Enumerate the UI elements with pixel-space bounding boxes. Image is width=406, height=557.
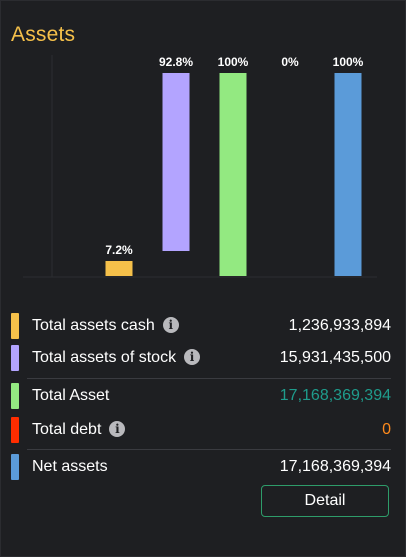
bar-label-5: 100% [333,55,364,69]
bar-label-1: 7.2% [105,243,133,257]
legend-divider [27,449,391,450]
bar-label-2: 92.8% [159,55,193,69]
info-icon[interactable]: i [184,349,201,365]
info-icon[interactable]: i [162,317,179,333]
bar-3 [219,73,247,276]
bar-label-3: 100% [218,55,249,69]
assets-bar-chart: 7.2% 92.8% 100% 0% 100% [23,55,377,278]
legend-swatch [11,345,19,371]
legend-swatch [11,383,19,409]
legend-swatch [11,454,19,480]
legend-value: 15,931,435,500 [279,349,391,366]
legend-label: Total debt [32,421,102,438]
bar-label-4: 0% [281,55,299,69]
legend-swatch [11,417,19,443]
bar-5 [334,73,362,276]
chart-bars: 7.2% 92.8% 100% 0% 100% [105,55,364,276]
legend-row-total-assets-cash: Total assets cash i 1,236,933,894 [1,313,406,347]
legend-row-total-debt: Total debt i 0 [1,417,406,451]
legend-value: 0 [382,421,391,438]
assets-panel: Assets 7.2% 92.8% 100% 0% 100% Total assets … [0,0,406,557]
legend-value: 1,236,933,894 [288,317,391,334]
bar-2 [162,73,190,251]
legend-label: Net assets [32,458,108,475]
legend-label: Total assets cash [32,317,155,334]
legend-row-net-assets: Net assets 17,168,369,394 [1,454,406,488]
legend-row-total-assets-of-stock: Total assets of stock i 15,931,435,500 [1,345,406,379]
legend-label: Total assets of stock [32,349,177,366]
legend-value: 17,168,369,394 [279,387,391,404]
legend-label: Total Asset [32,387,110,404]
legend-value: 17,168,369,394 [279,458,391,475]
info-icon[interactable]: i [109,421,126,437]
bar-1 [105,261,133,276]
legend-divider [27,378,391,379]
detail-button[interactable]: Detail [261,485,389,517]
legend-row-total-asset: Total Asset 17,168,369,394 [1,383,406,417]
legend-swatch [11,313,19,339]
